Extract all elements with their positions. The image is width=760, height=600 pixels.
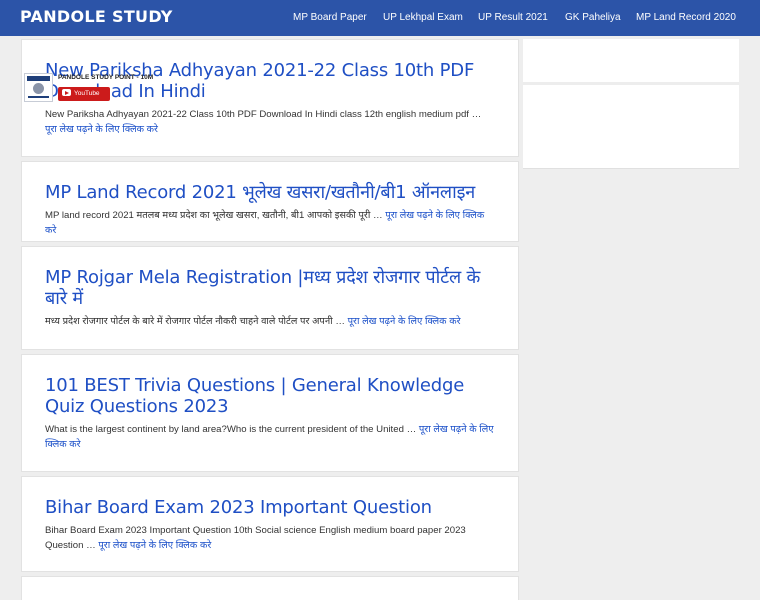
sidebar-widget [523, 39, 739, 169]
read-more-link[interactable]: पूरा लेख पढ़ने के लिए क्लिक करे [45, 124, 158, 135]
post-card: 101 BEST Trivia Questions | General Know… [21, 354, 519, 472]
logo-band [27, 76, 50, 81]
post-title-link[interactable]: Bihar Board Exam 2023 Important Question [45, 497, 494, 518]
post-title-link[interactable]: MP Rojgar Mela Registration |मध्य प्रदेश… [45, 267, 494, 309]
post-excerpt-text: New Pariksha Adhyayan 2021-22 Class 10th… [45, 109, 482, 120]
post-title-link[interactable]: MP Land Record 2021 भूलेख खसरा/खतौनी/बी1… [45, 182, 494, 203]
post-excerpt: MP land record 2021 मतलब मध्य प्रदेश का … [45, 208, 494, 238]
read-more-link[interactable]: पूरा लेख पढ़ने के लिए क्लिक करे [98, 540, 211, 551]
nav-item-gk-paheliya[interactable]: GK Paheliya [565, 0, 621, 36]
sidebar-blank-widget [523, 39, 739, 85]
post-excerpt-text: MP land record 2021 मतलब मध्य प्रदेश का … [45, 210, 383, 221]
post-excerpt: New Pariksha Adhyayan 2021-22 Class 10th… [45, 107, 494, 137]
post-excerpt: मध्य प्रदेश रोजगार पोर्टल के बारे में रो… [45, 314, 494, 329]
youtube-button-label: YouTube [74, 90, 100, 97]
logo-line [28, 96, 49, 98]
post-card: MP Rojgar Mela Registration |मध्य प्रदेश… [21, 246, 519, 350]
nav-item-mp-board-paper[interactable]: MP Board Paper [293, 0, 367, 36]
youtube-icon [62, 89, 71, 97]
post-card: Bihar Board Exam 2023 Important Question… [21, 476, 519, 572]
youtube-subscribe-button[interactable]: YouTube [58, 87, 110, 101]
channel-logo[interactable] [24, 73, 53, 102]
post-title-link[interactable]: 101 BEST Trivia Questions | General Know… [45, 375, 494, 417]
post-excerpt: Bihar Board Exam 2023 Important Question… [45, 523, 494, 553]
channel-name[interactable]: PANDOLE STUDY POINT - 10M [58, 74, 153, 81]
nav-item-mp-land-record-2020[interactable]: MP Land Record 2020 [636, 0, 736, 36]
post-card: MP Land Record 2021 भूलेख खसरा/खतौनी/बी1… [21, 161, 519, 242]
post-excerpt-text: What is the largest continent by land ar… [45, 424, 417, 435]
top-nav-bar: PANDOLE STUDY MP Board Paper UP Lekhpal … [0, 0, 760, 36]
post-excerpt-text: मध्य प्रदेश रोजगार पोर्टल के बारे में रो… [45, 316, 345, 327]
site-logo[interactable]: PANDOLE STUDY [20, 7, 173, 26]
post-card [21, 576, 519, 600]
nav-item-up-result-2021[interactable]: UP Result 2021 [478, 0, 548, 36]
post-title-link[interactable]: New Pariksha Adhyayan 2021-22 Class 10th… [45, 60, 494, 102]
post-excerpt: What is the largest continent by land ar… [45, 422, 494, 452]
logo-face [33, 83, 44, 94]
read-more-link[interactable]: पूरा लेख पढ़ने के लिए क्लिक करे [348, 316, 461, 327]
nav-item-up-lekhpal-exam[interactable]: UP Lekhpal Exam [383, 0, 463, 36]
